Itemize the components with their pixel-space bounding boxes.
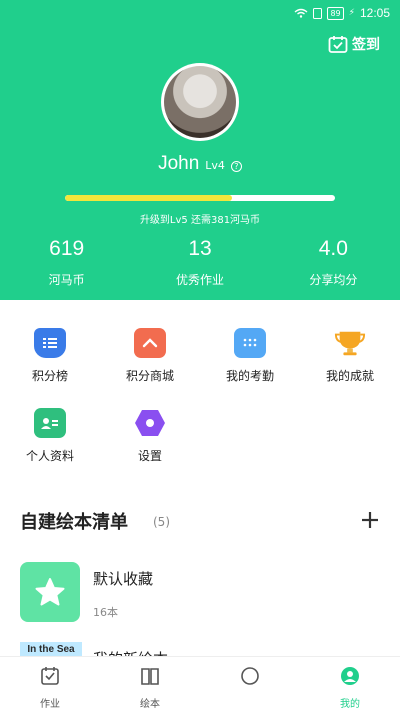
star-icon	[35, 578, 65, 606]
add-book-list-button[interactable]	[360, 510, 380, 530]
tab-label: 作业	[40, 699, 60, 710]
menu-achievements[interactable]: 我的成就	[300, 328, 400, 384]
leaderboard-icon	[34, 328, 66, 358]
question-mark-icon[interactable]: ?	[230, 161, 242, 172]
stat-label: 河马币	[48, 273, 85, 287]
clock: 12:05	[359, 6, 390, 20]
menu-attendance[interactable]: 我的考勤	[200, 328, 300, 384]
charging-icon: ⚡	[348, 8, 355, 18]
stat-value: 13	[188, 237, 212, 260]
menu-label: 设置	[137, 449, 162, 463]
avatar[interactable]	[161, 63, 239, 141]
book-list-count: (5)	[153, 515, 170, 529]
level-progress-bar	[65, 195, 335, 201]
me-icon	[341, 667, 359, 685]
user-name: John	[158, 153, 200, 174]
stat-coins[interactable]: 619 河马币	[0, 236, 133, 288]
user-name-row: John Lv4 ?	[0, 153, 400, 175]
calendar-check-icon	[328, 36, 348, 53]
stat-label: 优秀作业	[175, 273, 224, 287]
level-progress-fill	[65, 195, 233, 201]
battery-level: 89	[327, 6, 344, 20]
stat-excellent-homework[interactable]: 13 优秀作业	[133, 236, 266, 288]
stats-row: 619 河马币 13 优秀作业 4.0 分享均分	[0, 236, 400, 288]
menu-label: 积分商城	[125, 369, 174, 383]
menu-label: 我的考勤	[225, 369, 274, 383]
settings-hexagon-icon	[134, 408, 166, 438]
trophy-icon	[334, 328, 366, 358]
plus-icon	[362, 512, 378, 528]
book-list-meta: 16本	[93, 606, 118, 619]
stat-value: 4.0	[318, 237, 348, 260]
menu-settings[interactable]: 设置	[100, 408, 200, 464]
menu-label: 积分榜	[31, 369, 68, 383]
center-icon	[241, 667, 259, 685]
stat-label: 分享均分	[309, 273, 358, 287]
book-list-item[interactable]: 默认收藏 16本	[20, 562, 380, 622]
user-level: Lv4	[205, 159, 225, 172]
tab-me[interactable]: 我的	[300, 657, 400, 711]
book-list-section-title: 自建绘本清单	[20, 512, 128, 533]
tab-label: 绘本	[140, 699, 160, 710]
status-icons: 89 ⚡ 12:05	[294, 6, 390, 20]
wifi-icon	[295, 8, 308, 18]
upgrade-hint: 升级到Lv5 还需381河马币	[139, 215, 261, 226]
tab-books[interactable]: 绘本	[100, 657, 200, 711]
points-mall-icon	[134, 328, 166, 358]
tab-homework[interactable]: 作业	[0, 657, 100, 711]
stat-share-average[interactable]: 4.0 分享均分	[267, 236, 400, 288]
grid-row-1: 积分榜 积分商城 我的考勤 我的成就	[0, 328, 400, 408]
checkin-label: 签到	[352, 37, 380, 53]
checkin-button[interactable]: 签到	[328, 34, 380, 54]
profile-header: 89 ⚡ 12:05 签到 John Lv4 ? 升级到Lv5 还需381河马币…	[0, 0, 400, 300]
menu-leaderboard[interactable]: 积分榜	[0, 328, 100, 384]
tab-label: 我的	[340, 699, 360, 710]
favorite-cover	[20, 562, 80, 622]
stat-value: 619	[49, 237, 85, 260]
avatar-photo	[164, 66, 236, 138]
attendance-calendar-icon	[234, 328, 266, 358]
menu-points-mall[interactable]: 积分商城	[100, 328, 200, 384]
homework-icon	[41, 667, 59, 685]
sim-icon	[313, 7, 323, 19]
tab-center[interactable]	[200, 657, 300, 711]
menu-label: 我的成就	[325, 369, 374, 383]
grid-row-2: 个人资料 设置	[0, 408, 400, 488]
menu-label: 个人资料	[25, 449, 74, 463]
profile-card-icon	[34, 408, 66, 438]
menu-profile[interactable]: 个人资料	[0, 408, 100, 464]
book-list-title: 默认收藏	[93, 570, 154, 588]
book-icon	[141, 668, 159, 685]
status-bar: 89 ⚡ 12:05	[0, 0, 400, 28]
bottom-tab-bar: 作业 绘本 我的	[0, 656, 400, 711]
